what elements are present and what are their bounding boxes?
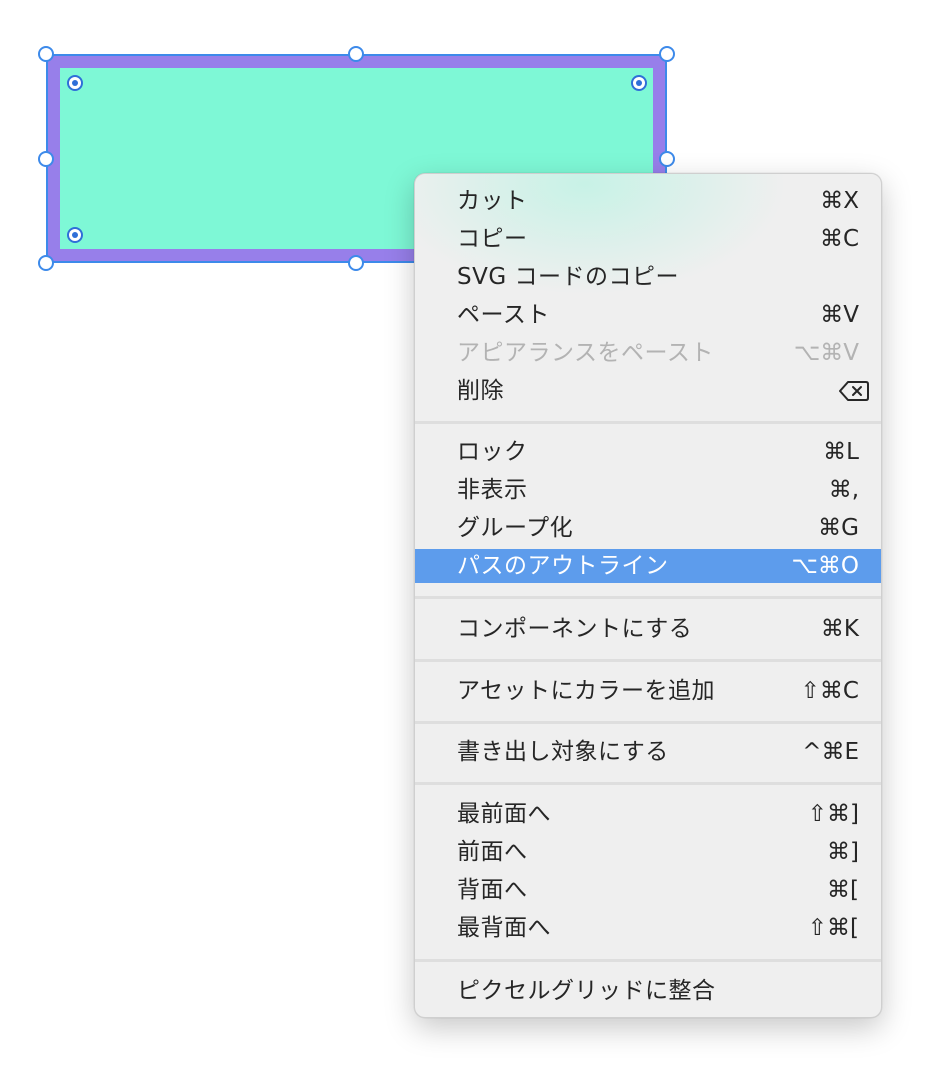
menu-item-label: アピアランスをペースト	[457, 340, 714, 366]
menu-item-label: ロック	[457, 439, 528, 465]
menu-item-shortcut: ⇧⌘C	[800, 678, 859, 704]
menu-item-add-color-to-assets[interactable]: アセットにカラーを追加 ⇧⌘C	[415, 674, 881, 708]
menu-item-label: カット	[457, 188, 528, 214]
menu-item-lock[interactable]: ロック ⌘L	[415, 435, 881, 469]
menu-item-label: 前面へ	[457, 839, 528, 865]
menu-item-bring-to-front[interactable]: 最前面へ ⇧⌘]	[415, 797, 881, 831]
menu-item-send-backward[interactable]: 背面へ ⌘[	[415, 873, 881, 907]
menu-item-shortcut: ⇧⌘]	[807, 801, 859, 827]
menu-item-shortcut: ⌘G	[818, 515, 859, 541]
menu-item-label: アセットにカラーを追加	[457, 678, 716, 704]
menu-item-label: グループ化	[457, 515, 574, 541]
menu-item-mark-for-export[interactable]: 書き出し対象にする ^⌘E	[415, 735, 881, 769]
menu-item-align-to-pixel-grid[interactable]: ピクセルグリッドに整合	[415, 974, 881, 1008]
resize-handle-top-left[interactable]	[38, 46, 54, 62]
resize-handle-bottom-left[interactable]	[38, 255, 54, 271]
menu-item-paste-appearance: アピアランスをペースト ⌥⌘V	[415, 336, 881, 370]
menu-item-label: 背面へ	[457, 877, 528, 903]
menu-item-label: 最背面へ	[457, 915, 551, 941]
menu-separator	[415, 782, 881, 785]
corner-radius-handle-top-left[interactable]	[67, 75, 83, 91]
menu-item-make-component[interactable]: コンポーネントにする ⌘K	[415, 612, 881, 646]
menu-item-shortcut: ⌘]	[827, 839, 859, 865]
context-menu: カット ⌘X コピー ⌘C SVG コードのコピー ペースト ⌘V アピアランス…	[414, 173, 882, 1018]
resize-handle-left[interactable]	[38, 151, 54, 167]
menu-item-hide[interactable]: 非表示 ⌘,	[415, 473, 881, 507]
resize-handle-top[interactable]	[348, 46, 364, 62]
corner-radius-handle-top-right[interactable]	[631, 75, 647, 91]
menu-separator	[415, 659, 881, 662]
corner-radius-handle-bottom-left[interactable]	[67, 227, 83, 243]
menu-item-label: ペースト	[457, 302, 550, 328]
menu-item-shortcut: ⇧⌘[	[807, 915, 859, 941]
menu-item-shortcut: ⌥⌘V	[793, 340, 859, 366]
menu-item-label: SVG コードのコピー	[457, 264, 679, 290]
menu-item-bring-forward[interactable]: 前面へ ⌘]	[415, 835, 881, 869]
menu-item-shortcut: ⌘[	[827, 877, 859, 903]
resize-handle-top-right[interactable]	[659, 46, 675, 62]
menu-item-shortcut: ⌘,	[828, 477, 859, 503]
menu-item-send-to-back[interactable]: 最背面へ ⇧⌘[	[415, 911, 881, 945]
resize-handle-right[interactable]	[659, 151, 675, 167]
menu-separator	[415, 721, 881, 724]
menu-item-group[interactable]: グループ化 ⌘G	[415, 511, 881, 545]
design-canvas[interactable]: カット ⌘X コピー ⌘C SVG コードのコピー ペースト ⌘V アピアランス…	[0, 0, 936, 1070]
menu-item-paste[interactable]: ペースト ⌘V	[415, 298, 881, 332]
menu-item-label: ピクセルグリッドに整合	[457, 978, 716, 1004]
menu-item-shortcut: ⌘V	[820, 302, 859, 328]
menu-item-label: コンポーネントにする	[457, 616, 693, 642]
menu-item-shortcut: ⌘X	[820, 188, 859, 214]
menu-separator	[415, 596, 881, 599]
menu-separator	[415, 959, 881, 962]
menu-item-cut[interactable]: カット ⌘X	[415, 184, 881, 218]
menu-item-copy-svg-code[interactable]: SVG コードのコピー	[415, 260, 881, 294]
menu-item-shortcut: ⌘K	[820, 616, 859, 642]
delete-backward-icon	[839, 381, 869, 401]
menu-item-shortcut: ⌥⌘O	[791, 553, 859, 579]
menu-item-label: 非表示	[457, 477, 528, 503]
resize-handle-bottom[interactable]	[348, 255, 364, 271]
menu-separator	[415, 421, 881, 424]
menu-item-copy[interactable]: コピー ⌘C	[415, 222, 881, 256]
menu-item-label: コピー	[457, 226, 528, 252]
menu-item-label: パスのアウトライン	[457, 553, 669, 579]
menu-item-outline-path[interactable]: パスのアウトライン ⌥⌘O	[415, 549, 881, 583]
menu-item-label: 書き出し対象にする	[457, 739, 669, 765]
menu-item-shortcut: ⌘L	[823, 439, 859, 465]
menu-item-delete[interactable]: 削除	[415, 374, 881, 408]
menu-item-label: 最前面へ	[457, 801, 551, 827]
menu-item-shortcut: ⌘C	[819, 226, 859, 252]
menu-item-label: 削除	[457, 378, 504, 404]
menu-item-shortcut: ^⌘E	[802, 739, 859, 765]
